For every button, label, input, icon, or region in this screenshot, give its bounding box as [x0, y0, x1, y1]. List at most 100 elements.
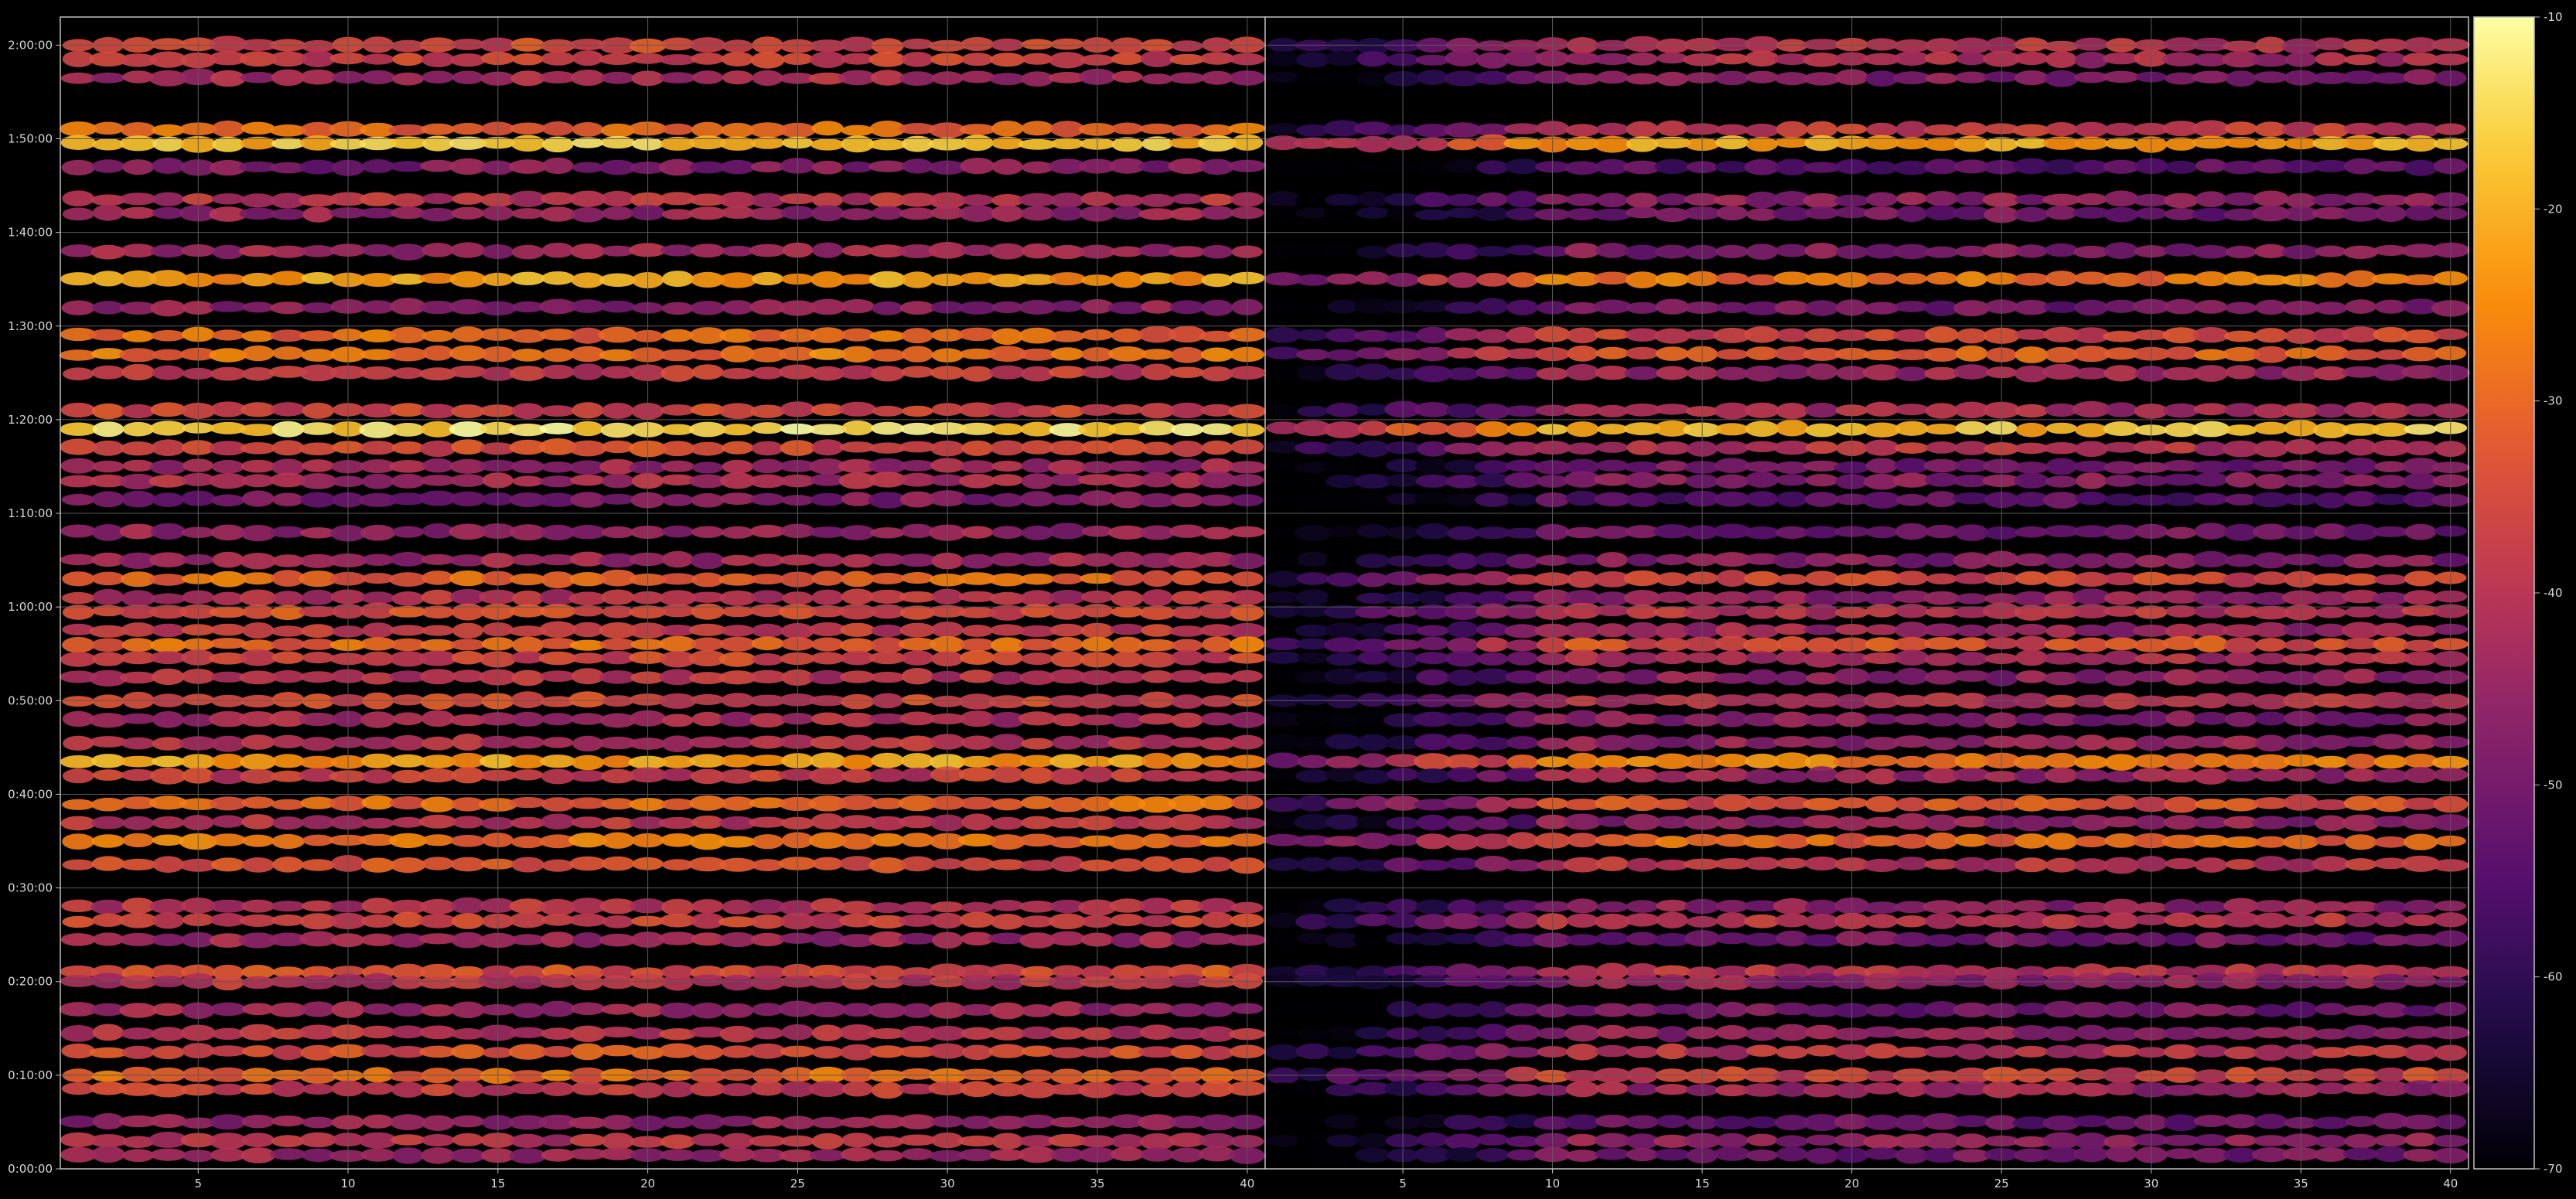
heat-cell [2371, 194, 2411, 206]
heat-cell [902, 1003, 933, 1019]
heat-cell [511, 669, 544, 686]
heat-cell [1020, 573, 1055, 585]
heat-cell [241, 796, 275, 809]
heat-cell [150, 244, 186, 258]
heat-cell [990, 1002, 1025, 1020]
heat-cell [812, 1046, 844, 1059]
heat-cell [1414, 652, 1451, 665]
heat-cell [988, 573, 1026, 587]
heat-cell [810, 205, 844, 222]
heat-cell [1596, 901, 1629, 913]
heat-cell [959, 460, 996, 474]
heat-cell [1895, 667, 1929, 685]
heat-cell [2103, 421, 2140, 436]
heat-cell [899, 591, 937, 603]
heat-cell [2195, 158, 2227, 173]
heat-cell [1623, 36, 1661, 53]
heat-cell [2014, 833, 2049, 849]
heat-cell [1776, 574, 1808, 585]
heat-cell [1172, 606, 1203, 619]
heat-cell [568, 1116, 608, 1129]
heat-cell [2373, 122, 2408, 136]
heat-cell [2253, 346, 2289, 363]
heat-cell [1200, 347, 1234, 362]
heat-cell [1892, 39, 1931, 53]
heat-cell [2075, 491, 2107, 506]
heat-cell [1476, 1024, 1510, 1041]
heat-cell [2013, 734, 2050, 750]
heat-cell [1416, 421, 1450, 435]
heat-cell [571, 1081, 605, 1095]
heat-cell [1716, 912, 1749, 928]
heat-cell [601, 1003, 635, 1015]
heat-cell [2344, 858, 2377, 871]
heat-cell [691, 974, 725, 987]
heat-cell [2015, 346, 2049, 363]
heat-cell [149, 651, 187, 665]
heat-cell [2194, 1134, 2229, 1146]
heat-cell [1895, 915, 1928, 928]
heat-cell [2192, 327, 2230, 343]
heat-cell [660, 37, 695, 51]
heat-cell [510, 135, 545, 152]
x-tick-label: 25 [790, 1177, 805, 1190]
heat-cell [2076, 472, 2107, 489]
heat-cell [1895, 797, 1928, 812]
heat-cell [1596, 441, 1629, 453]
heat-cell [1895, 1081, 1928, 1098]
heat-cell [901, 753, 934, 769]
heat-cell [1714, 591, 1751, 605]
heat-cell [511, 711, 544, 727]
heat-cell [152, 856, 184, 873]
heat-cell [2192, 550, 2230, 568]
heat-cell [92, 588, 125, 605]
heat-cell [2105, 737, 2138, 751]
heat-cell [841, 1081, 873, 1097]
heat-cell [92, 460, 125, 473]
heat-cell [119, 912, 158, 928]
heat-cell [1953, 364, 1991, 380]
heat-cell [991, 766, 1024, 783]
heat-cell [510, 37, 545, 52]
heat-cell [1297, 1027, 1329, 1041]
heat-cell [749, 713, 786, 728]
heat-cell [750, 1080, 785, 1096]
heat-cell [2194, 753, 2228, 768]
heat-cell [1806, 121, 1837, 138]
heat-cell [991, 158, 1023, 175]
heat-cell [1865, 1003, 1898, 1017]
heat-cell [60, 244, 97, 257]
heat-cell [390, 857, 426, 874]
heat-cell [870, 366, 905, 382]
heat-cell [211, 1027, 245, 1041]
heat-cell [1473, 737, 1512, 751]
heat-cell [1108, 834, 1147, 850]
heat-cell [1714, 366, 1749, 380]
heat-cell [1656, 554, 1689, 566]
heat-cell [211, 857, 245, 872]
heat-cell [1326, 572, 1360, 587]
heat-cell [810, 752, 846, 769]
heat-cell [691, 603, 725, 620]
heat-cell [841, 1147, 875, 1162]
heat-cell [1111, 858, 1144, 872]
heat-cell [60, 422, 97, 436]
heat-cell [209, 606, 247, 618]
heat-cell [92, 271, 125, 287]
heat-cell [2404, 135, 2438, 152]
heat-cell [872, 206, 904, 220]
heat-cell [389, 1071, 427, 1082]
heat-cell [1413, 554, 1452, 567]
heat-cell [1326, 159, 1360, 175]
heat-cell [1111, 70, 1143, 83]
heat-cell [691, 693, 725, 706]
heat-cell [1593, 208, 1632, 221]
y-tick-label: 1:10:00 [8, 506, 53, 520]
heat-cell [991, 328, 1023, 346]
heat-cell [688, 736, 727, 748]
heat-cell [1594, 913, 1631, 930]
heat-cell [1656, 1026, 1688, 1043]
heat-cell [391, 816, 425, 828]
heat-cell [1865, 458, 1898, 474]
heat-cell [1416, 814, 1449, 831]
